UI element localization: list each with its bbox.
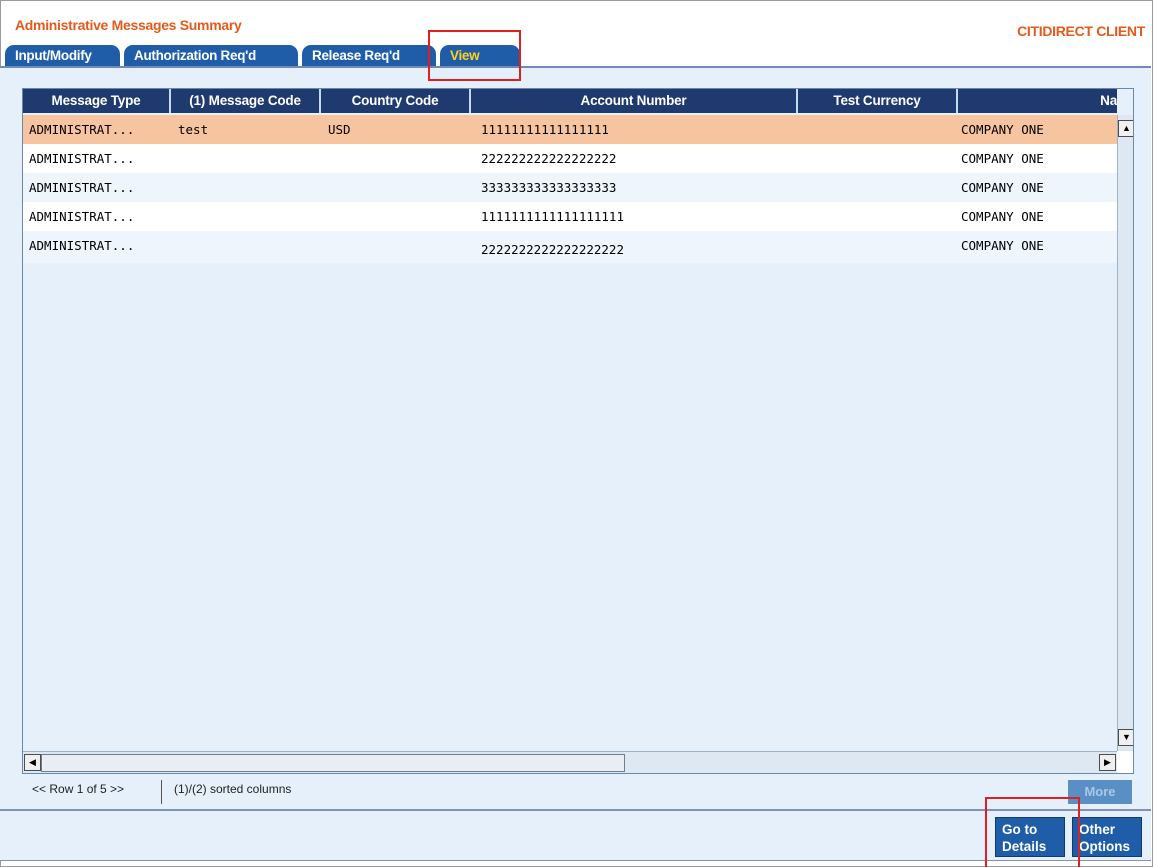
- sorted-columns-note: (1)/(2) sorted columns: [174, 782, 292, 796]
- cell-message-type: ADMINISTRAT...: [29, 180, 135, 195]
- col-country-code[interactable]: Country Code: [321, 89, 471, 113]
- cell-message-type: ADMINISTRAT...: [29, 209, 135, 224]
- tab-authorization-reqd[interactable]: Authorization Req'd: [124, 45, 298, 67]
- cell-message-code: test: [178, 122, 209, 137]
- tab-input-modify[interactable]: Input/Modify: [5, 45, 120, 67]
- scroll-corner: [1117, 751, 1133, 773]
- cell-message-type: ADMINISTRAT...: [29, 122, 135, 137]
- go-to-details-label-line2: Details: [1002, 839, 1047, 854]
- cell-name: COMPANY ONE: [961, 122, 1044, 137]
- other-options-button[interactable]: Other Options: [1072, 817, 1142, 857]
- go-to-details-label-line1: Go to: [1002, 822, 1038, 837]
- more-button[interactable]: More: [1068, 780, 1132, 804]
- status-bar: << Row 1 of 5 >> (1)/(2) sorted columns …: [24, 778, 1135, 804]
- other-options-label-line1: Other: [1079, 822, 1116, 837]
- horizontal-scrollbar[interactable]: ◀ ▶: [23, 751, 1117, 773]
- col-message-code[interactable]: (1) Message Code: [171, 89, 321, 113]
- status-divider: [161, 780, 162, 804]
- scroll-right-icon[interactable]: ▶: [1099, 754, 1116, 771]
- cell-account-number: 1111111111111111111: [481, 209, 624, 224]
- client-name: CITIDIRECT CLIENT: [1017, 23, 1145, 39]
- table-row[interactable]: ADMINISTRAT... test USD 1111111111111111…: [23, 115, 1117, 144]
- table-row[interactable]: ADMINISTRAT... 2222222222222222222 COMPA…: [23, 231, 1117, 263]
- cell-name: COMPANY ONE: [961, 180, 1044, 195]
- grid-header: Message Type (1) Message Code Country Co…: [23, 89, 1117, 113]
- footer-bar: Go to Details Other Options: [0, 811, 1151, 861]
- horizontal-scroll-thumb[interactable]: [41, 754, 625, 772]
- cell-account-number: 333333333333333333: [481, 180, 617, 195]
- scroll-left-icon[interactable]: ◀: [24, 754, 41, 771]
- col-test-currency[interactable]: Test Currency: [798, 89, 958, 113]
- messages-grid: Message Type (1) Message Code Country Co…: [22, 88, 1134, 774]
- vertical-scrollbar[interactable]: ▲ ▼: [1117, 115, 1133, 751]
- scroll-down-icon[interactable]: ▼: [1118, 729, 1133, 746]
- col-message-type[interactable]: Message Type: [23, 89, 171, 113]
- col-account-number[interactable]: Account Number: [471, 89, 798, 113]
- cell-name: COMPANY ONE: [961, 151, 1044, 166]
- cell-account-number: 2222222222222222222: [481, 242, 624, 257]
- cell-name: COMPANY ONE: [961, 238, 1044, 253]
- table-row[interactable]: ADMINISTRAT... 222222222222222222 COMPAN…: [23, 144, 1117, 173]
- table-row[interactable]: ADMINISTRAT... 333333333333333333 COMPAN…: [23, 173, 1117, 202]
- col-name[interactable]: Na: [958, 89, 1117, 113]
- table-row[interactable]: ADMINISTRAT... 1111111111111111111 COMPA…: [23, 202, 1117, 231]
- row-navigator[interactable]: << Row 1 of 5 >>: [32, 782, 124, 796]
- other-options-label-line2: Options: [1079, 839, 1130, 854]
- cell-message-type: ADMINISTRAT...: [29, 151, 135, 166]
- tab-release-reqd[interactable]: Release Req'd: [302, 45, 436, 67]
- cell-account-number: 222222222222222222: [481, 151, 617, 166]
- cell-country-code: USD: [328, 122, 351, 137]
- cell-name: COMPANY ONE: [961, 209, 1044, 224]
- tab-view[interactable]: View: [440, 45, 520, 67]
- cell-account-number: 11111111111111111: [481, 122, 609, 137]
- cell-message-type: ADMINISTRAT...: [29, 238, 135, 253]
- scroll-up-icon[interactable]: ▲: [1118, 120, 1133, 137]
- go-to-details-button[interactable]: Go to Details: [995, 817, 1065, 857]
- page-title: Administrative Messages Summary: [15, 17, 242, 33]
